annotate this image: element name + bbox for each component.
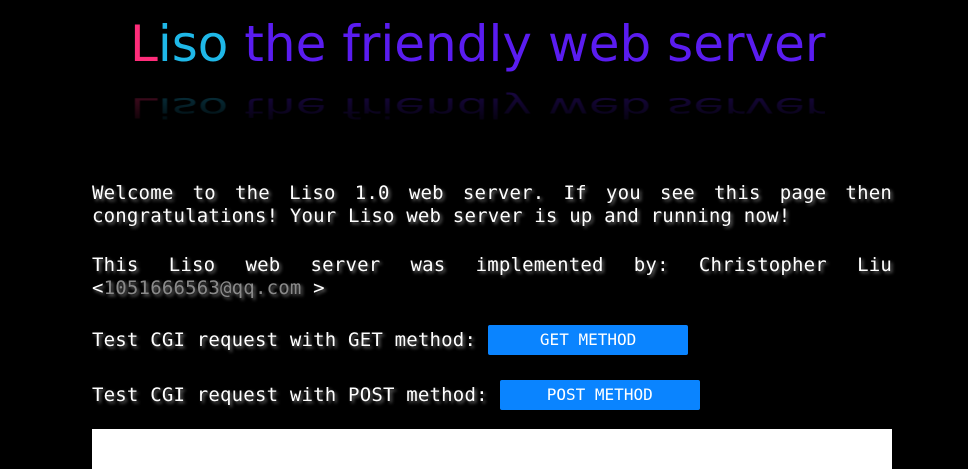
logo-reflection-l: L bbox=[130, 92, 158, 124]
cgi-get-label: Test CGI request with GET method: bbox=[92, 328, 477, 351]
response-panel bbox=[92, 429, 892, 469]
cgi-get-row: Test CGI request with GET method: GET ME… bbox=[92, 325, 689, 355]
liso-logo: Liso the friendly web server Liso the fr… bbox=[130, 4, 860, 124]
author-text: This Liso web server was implemented by:… bbox=[92, 254, 892, 300]
logo-reflection-iso: iso bbox=[157, 92, 229, 124]
logo-tagline: the friendly web server bbox=[228, 15, 826, 73]
logo-reflection: Liso the friendly web server bbox=[130, 86, 825, 130]
welcome-text: Welcome to the Liso 1.0 web server. If y… bbox=[92, 182, 892, 227]
cgi-post-label: Test CGI request with POST method: bbox=[92, 383, 488, 406]
author-suffix: > bbox=[301, 277, 325, 299]
logo-reflection-rest: the friendly web server bbox=[228, 92, 826, 124]
logo-letter-l: L bbox=[130, 15, 158, 73]
post-method-button[interactable]: POST METHOD bbox=[499, 380, 700, 410]
logo-letters-iso: iso bbox=[157, 15, 229, 73]
cgi-post-row: Test CGI request with POST method: POST … bbox=[92, 380, 700, 410]
get-method-button[interactable]: GET METHOD bbox=[488, 325, 689, 355]
author-email-link[interactable]: 1051666563@qq.com bbox=[104, 277, 302, 299]
logo-title: Liso the friendly web server bbox=[130, 4, 825, 84]
